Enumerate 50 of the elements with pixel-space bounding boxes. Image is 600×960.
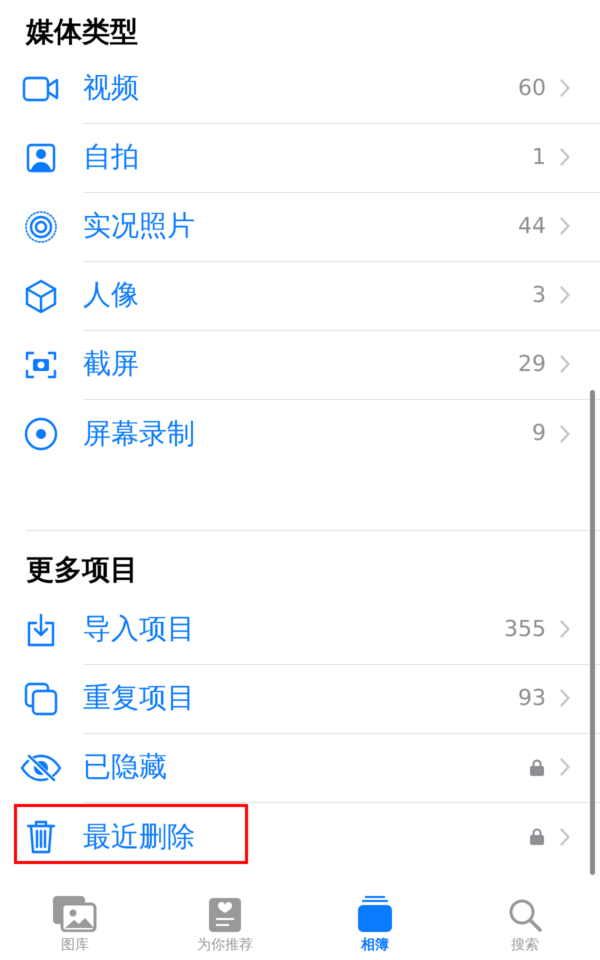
duplicate-squares-icon: [24, 682, 58, 716]
chevron-icon: [560, 620, 570, 638]
album-label[interactable]: 导入项目: [83, 610, 504, 648]
scroll-bar[interactable]: [590, 390, 595, 875]
chevron-icon: [560, 828, 570, 846]
trash-icon: [26, 820, 56, 854]
album-label[interactable]: 重复项目: [83, 679, 518, 717]
section-heading: 更多项目: [26, 552, 139, 588]
album-label[interactable]: 已隐藏: [83, 748, 530, 786]
album-label[interactable]: 最近删除: [83, 818, 530, 856]
item-count: 355: [504, 616, 546, 642]
album-stack-icon: [357, 896, 393, 932]
heart-card-icon: [209, 898, 241, 932]
album-label[interactable]: 实况照片: [83, 207, 518, 245]
item-count: 29: [518, 352, 546, 376]
item-count: 3: [532, 282, 546, 308]
item-count: 93: [518, 686, 546, 710]
chevron-icon: [560, 355, 570, 373]
album-label[interactable]: 视频: [83, 69, 518, 107]
tab[interactable]: 为你推荐: [150, 880, 300, 960]
album-label[interactable]: 截屏: [83, 345, 518, 383]
search-icon: [508, 898, 542, 932]
item-count: 9: [532, 421, 546, 446]
tab[interactable]: 图库: [0, 880, 150, 960]
cube-icon: [24, 278, 58, 312]
section-heading: 媒体类型: [24, 14, 139, 50]
item-count: 60: [518, 76, 546, 100]
item-count: 44: [518, 214, 546, 238]
chevron-icon: [560, 689, 570, 707]
lock-icon: [530, 828, 544, 845]
album-label[interactable]: 屏幕录制: [83, 414, 532, 452]
photo-stack-icon: [53, 896, 97, 932]
screenshot-camera-icon: [24, 350, 56, 380]
chevron-icon: [560, 424, 570, 442]
video-camera-icon: [22, 76, 60, 102]
chevron-icon: [560, 217, 570, 235]
record-icon: [24, 416, 58, 450]
chevron-icon: [560, 286, 570, 304]
chevron-icon: [560, 148, 570, 166]
hidden-eye-icon: [20, 754, 62, 782]
live-photo-icon: [24, 210, 58, 244]
portrait-icon: [26, 142, 56, 172]
tab[interactable]: 搜索: [450, 880, 600, 960]
chevron-icon: [560, 758, 570, 776]
chevron-icon: [560, 79, 570, 97]
album-label[interactable]: 人像: [83, 276, 532, 314]
album-label[interactable]: 自拍: [83, 138, 532, 176]
tab[interactable]: 相簿: [300, 880, 450, 960]
lock-icon: [530, 758, 544, 776]
item-count: 1: [532, 144, 546, 170]
